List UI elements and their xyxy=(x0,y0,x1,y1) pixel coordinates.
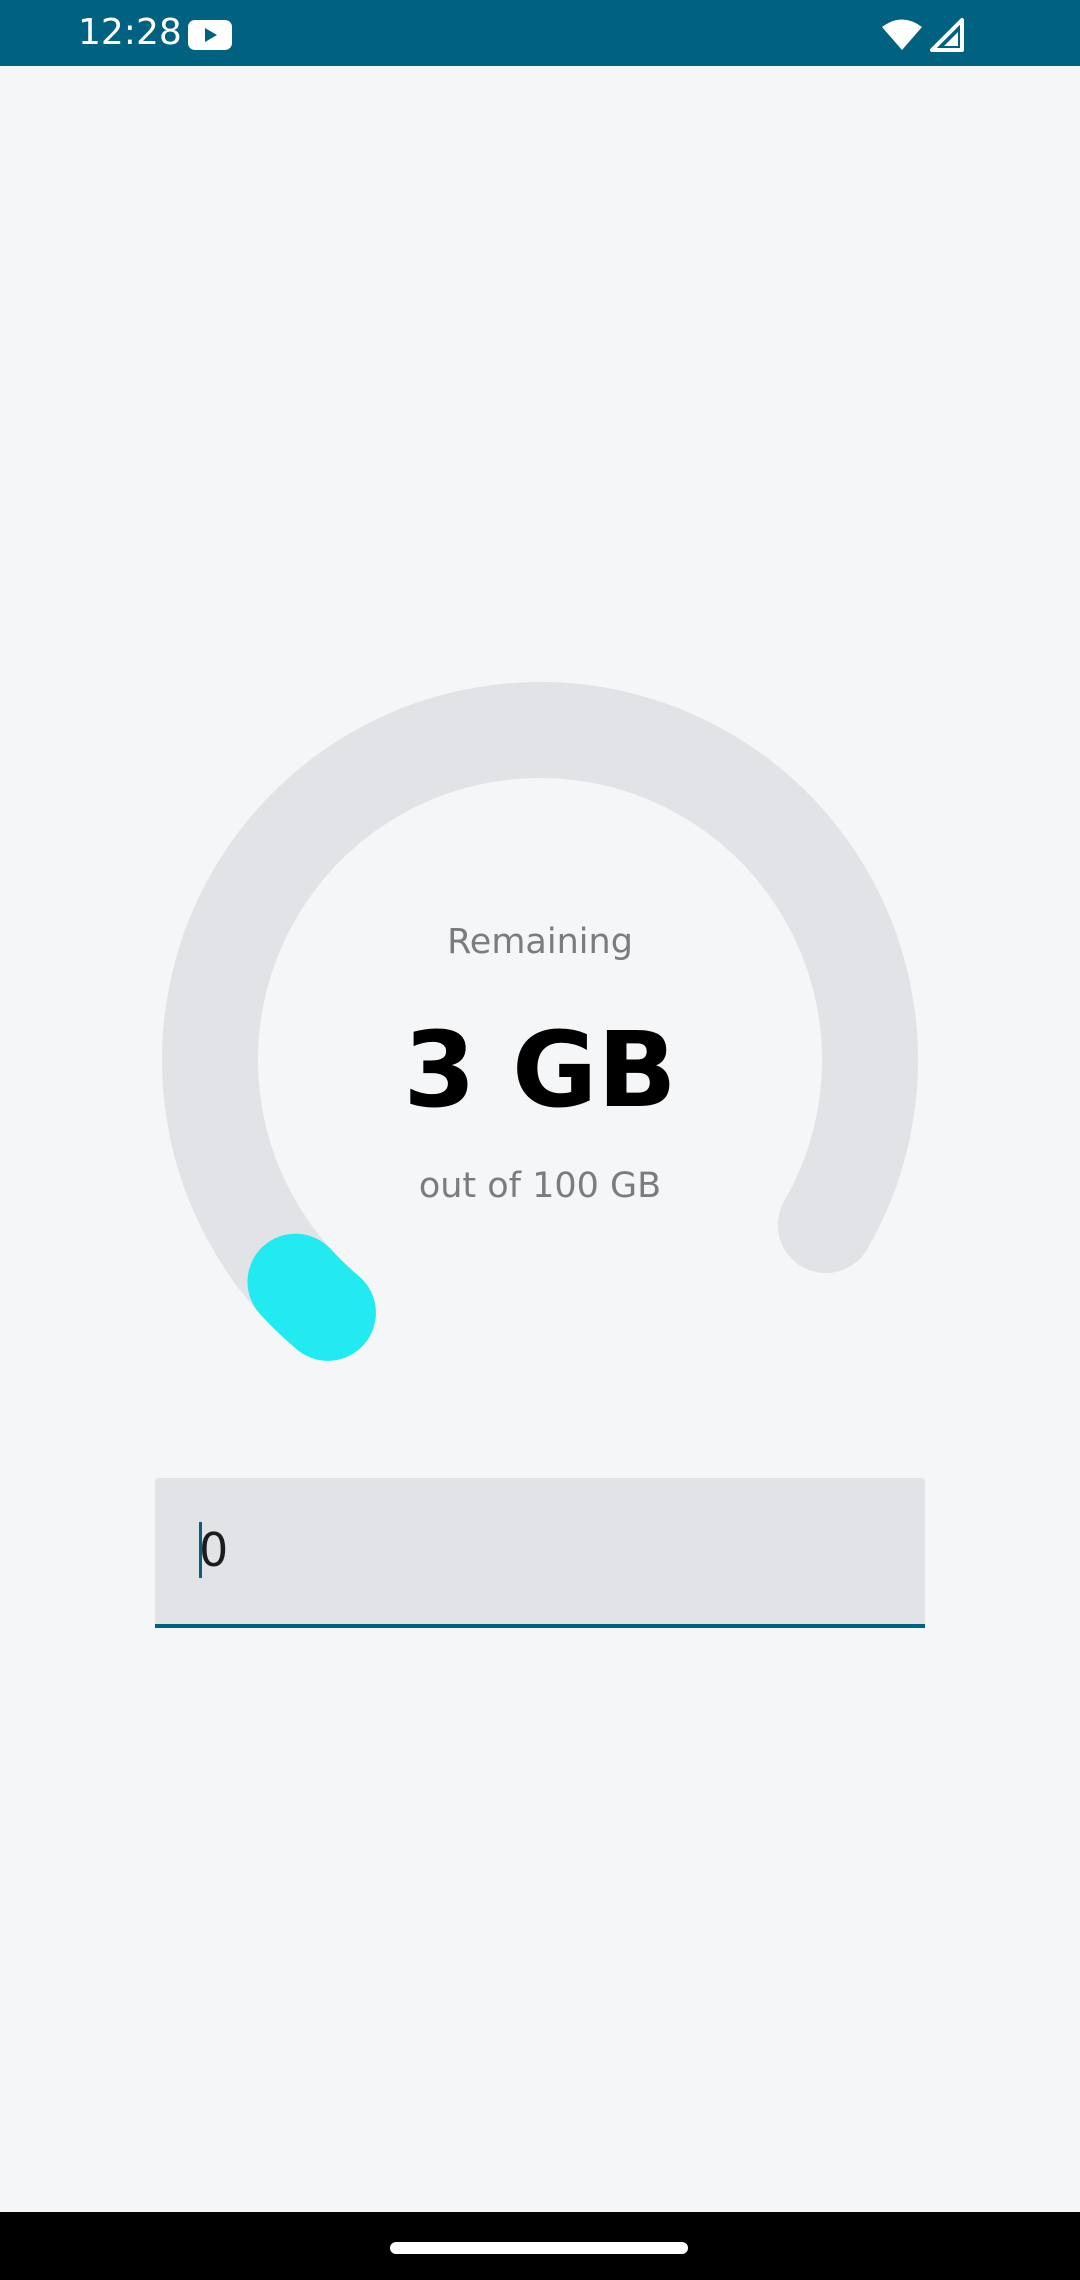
storage-input[interactable]: 0 xyxy=(155,1478,925,1628)
text-cursor xyxy=(199,1522,202,1578)
gesture-handle[interactable] xyxy=(390,2242,688,2254)
gauge-progress xyxy=(247,1233,376,1361)
gauge-caption: Remaining xyxy=(447,922,633,962)
navigation-bar xyxy=(0,2212,1080,2280)
gauge-total: out of 100 GB xyxy=(418,1166,662,1206)
storage-input-value: 0 xyxy=(199,1523,229,1577)
gauge-value: 3 GB xyxy=(403,1009,677,1131)
